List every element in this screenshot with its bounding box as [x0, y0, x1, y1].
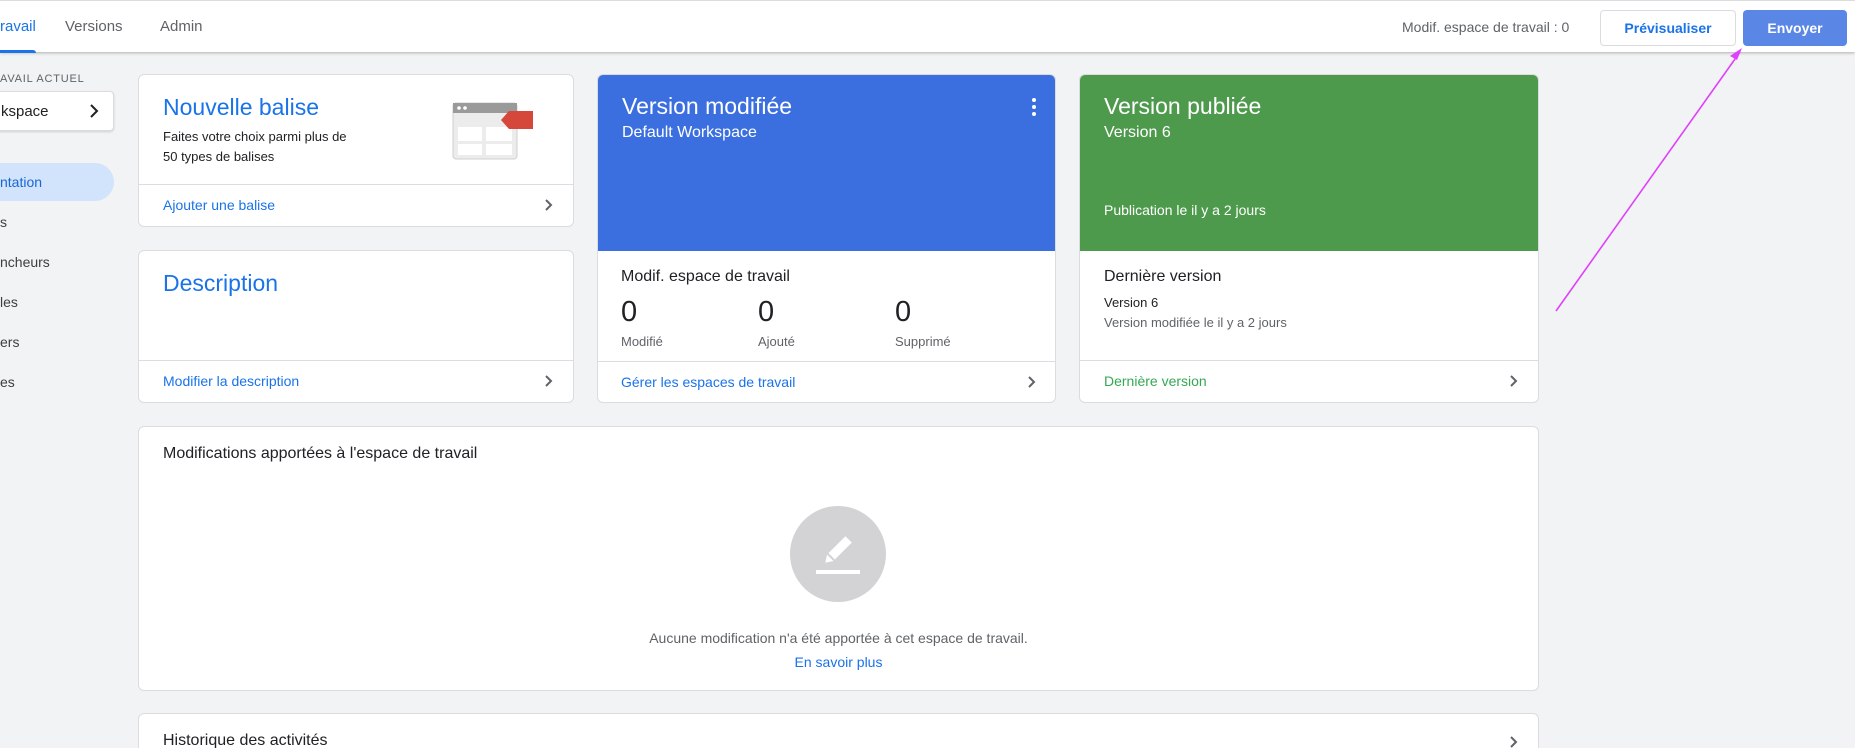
modified-version-title: Version modifiée [622, 93, 793, 119]
empty-state-text: Aucune modification n'a été apportée à c… [649, 630, 1028, 646]
tab-versions[interactable]: Versions [65, 1, 123, 53]
chevron-right-icon [543, 371, 555, 396]
deleted-label: Supprimé [895, 334, 951, 349]
preview-button[interactable]: Prévisualiser [1600, 10, 1736, 46]
new-tag-description: Faites votre choix parmi plus de 50 type… [163, 127, 347, 167]
new-tag-title[interactable]: Nouvelle balise [163, 94, 319, 121]
new-tag-card: Nouvelle balise Faites votre choix parmi… [138, 74, 574, 227]
submit-button[interactable]: Envoyer [1743, 10, 1847, 46]
sidebar-item-overview[interactable]: ntation [0, 163, 114, 201]
add-tag-link[interactable]: Ajouter une balise [163, 197, 275, 213]
workspace-changes-count: Modif. espace de travail : 0 [1402, 19, 1570, 35]
added-count: 0 [758, 296, 775, 328]
learn-more-row: En savoir plus [139, 654, 1538, 670]
chevron-right-icon [1508, 371, 1520, 396]
tab-admin[interactable]: Admin [160, 1, 203, 53]
modified-version-banner: Version modifiée Default Workspace [598, 75, 1055, 251]
latest-version-modified: Version modifiée le il y a 2 jours [1104, 315, 1287, 330]
top-bar: ravail Versions Admin Modif. espace de t… [0, 0, 1855, 53]
edit-description-link[interactable]: Modifier la description [163, 373, 299, 389]
published-version-banner: Version publiée Version 6 Publication le… [1080, 75, 1538, 251]
workspace-changes-section-title: Modif. espace de travail [621, 268, 790, 285]
latest-version-number: Version 6 [1104, 295, 1159, 310]
workspace-selector[interactable]: kspace [0, 91, 114, 131]
published-version-card: Version publiée Version 6 Publication le… [1079, 74, 1539, 403]
current-workspace-label: AVAIL ACTUEL [0, 73, 85, 85]
tag-illustration-icon [451, 101, 535, 168]
description-title[interactable]: Description [163, 270, 278, 297]
latest-version-footer[interactable]: Dernière version [1080, 360, 1538, 402]
new-tag-footer[interactable]: Ajouter une balise [139, 184, 573, 226]
modified-count: 0 [621, 296, 638, 328]
workspace-name: kspace [1, 103, 49, 120]
more-vert-icon[interactable] [1031, 97, 1037, 122]
chevron-right-icon [1508, 732, 1520, 748]
activity-history-card[interactable]: Historique des activités [138, 713, 1539, 748]
modified-version-workspace: Default Workspace [622, 124, 757, 141]
sidebar-item-tags[interactable]: s [0, 203, 7, 241]
sidebar-item-templates[interactable]: es [0, 363, 15, 401]
new-tag-desc-line1: Faites votre choix parmi plus de [163, 129, 347, 144]
published-date: Publication le il y a 2 jours [1104, 202, 1266, 218]
description-card: Description Modifier la description [138, 250, 574, 403]
chevron-right-icon [543, 195, 555, 220]
published-version-title: Version publiée [1104, 93, 1262, 119]
workspace-changes-title: Modifications apportées à l'espace de tr… [163, 445, 478, 462]
sidebar-item-variables[interactable]: les [0, 283, 18, 321]
manage-workspaces-link[interactable]: Gérer les espaces de travail [621, 374, 795, 390]
manage-workspaces-footer[interactable]: Gérer les espaces de travail [597, 361, 1056, 403]
latest-version-title: Dernière version [1104, 268, 1222, 285]
description-footer[interactable]: Modifier la description [139, 360, 573, 402]
published-version-number: Version 6 [1104, 124, 1171, 141]
added-label: Ajouté [758, 334, 795, 349]
modified-version-card: Version modifiée Default Workspace [597, 74, 1056, 403]
sidebar-item-triggers[interactable]: ncheurs [0, 243, 50, 281]
chevron-right-icon [1026, 372, 1038, 397]
activity-history-title: Historique des activités [163, 732, 328, 748]
sidebar-item-folders[interactable]: ers [0, 323, 19, 361]
pencil-icon [790, 506, 886, 602]
tab-workspace[interactable]: ravail [0, 1, 36, 53]
new-tag-desc-line2: 50 types de balises [163, 149, 275, 164]
chevron-right-icon [87, 101, 101, 126]
modified-label: Modifié [621, 334, 663, 349]
deleted-count: 0 [895, 296, 912, 328]
learn-more-link[interactable]: En savoir plus [795, 654, 883, 670]
latest-version-link[interactable]: Dernière version [1104, 373, 1207, 389]
